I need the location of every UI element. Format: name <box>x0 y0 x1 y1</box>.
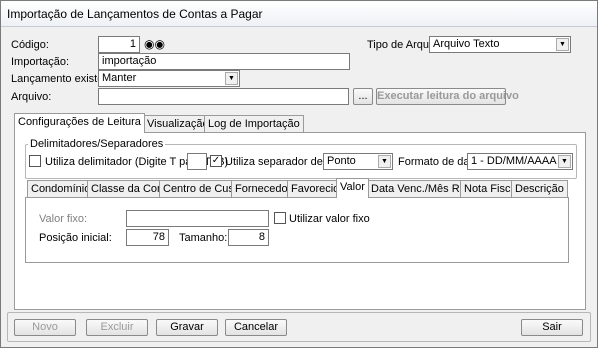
posicao-inicial-label: Posição inicial: <box>39 232 112 244</box>
lancamento-existente-select[interactable]: Manter ▼ <box>98 70 240 87</box>
delimitadores-group-title: Delimitadores/Separadores <box>28 138 166 150</box>
tipo-arquivo-value: Arquivo Texto <box>433 38 500 50</box>
posicao-inicial-field[interactable]: 78 <box>126 229 169 246</box>
tab-log-importacao[interactable]: Log de Importação <box>204 115 304 133</box>
lancamento-existente-value: Manter <box>102 72 137 84</box>
chevron-down-icon: ▼ <box>225 72 238 85</box>
tamanho-label: Tamanho: <box>179 232 228 244</box>
tab-configuracoes-leitura[interactable]: Configurações de Leitura <box>14 113 145 133</box>
valor-fixo-field[interactable] <box>126 210 269 227</box>
tab-log-importacao-label: Log de Importação <box>208 118 300 130</box>
valor-fixo-label: Valor fixo: <box>39 213 88 225</box>
codigo-label: Código: <box>11 39 49 51</box>
utiliza-delimitador-checkbox[interactable] <box>29 155 41 167</box>
utiliza-separador-checkbox[interactable]: ✓ <box>210 155 222 167</box>
formato-data-value: 1 - DD/MM/AAAA <box>471 155 557 167</box>
valor-panel <box>25 197 569 263</box>
excluir-button[interactable]: Excluir <box>86 319 148 336</box>
tab-visualizacao[interactable]: Visualização <box>143 115 213 133</box>
tab-configuracoes-leitura-label: Configurações de Leitura <box>18 116 141 128</box>
utilizar-valor-fixo-checkbox[interactable] <box>274 212 286 224</box>
import-window: Importação de Lançamentos de Contas a Pa… <box>0 0 598 348</box>
tamanho-field[interactable]: 8 <box>228 229 269 246</box>
subtab-descricao[interactable]: Descrição <box>511 180 568 198</box>
importacao-field[interactable]: importação <box>98 53 350 70</box>
codigo-field[interactable]: 1 <box>98 36 140 53</box>
utilizar-valor-fixo-label: Utilizar valor fixo <box>289 213 370 225</box>
importacao-label: Importação: <box>11 56 70 68</box>
subtab-data-venc-label: Data Venc./Mês Ref. <box>371 183 472 195</box>
chevron-down-icon: ▼ <box>378 155 391 168</box>
novo-button[interactable]: Novo <box>14 319 76 336</box>
cancelar-button[interactable]: Cancelar <box>225 319 287 336</box>
subtab-valor-label: Valor <box>340 181 365 193</box>
chevron-down-icon: ▼ <box>558 155 571 168</box>
arquivo-field[interactable] <box>98 88 349 105</box>
window-title: Importação de Lançamentos de Contas a Pa… <box>7 7 263 21</box>
arquivo-label: Arquivo: <box>11 91 52 103</box>
executar-leitura-button[interactable]: Executar leitura do arquivo <box>376 88 519 105</box>
gravar-button[interactable]: Gravar <box>156 319 218 336</box>
separador-select[interactable]: Ponto ▼ <box>323 153 393 170</box>
delimitador-field[interactable] <box>187 153 207 170</box>
subtab-fornecedor-label: Fornecedor <box>235 183 292 195</box>
subtab-valor[interactable]: Valor <box>336 178 369 198</box>
separador-value: Ponto <box>327 155 356 167</box>
formato-data-select[interactable]: 1 - DD/MM/AAAA ▼ <box>467 153 573 170</box>
sair-button[interactable]: Sair <box>521 319 583 336</box>
tipo-arquivo-select[interactable]: Arquivo Texto ▼ <box>429 36 571 53</box>
tab-visualizacao-label: Visualização <box>147 118 209 130</box>
browse-button[interactable]: ... <box>353 88 373 105</box>
title-bar: Importação de Lançamentos de Contas a Pa… <box>1 1 597 27</box>
binoculars-icon[interactable]: ◉◉ <box>144 36 165 52</box>
subtab-descricao-label: Descrição <box>515 183 564 195</box>
chevron-down-icon: ▼ <box>556 38 569 51</box>
subtab-fornecedor[interactable]: Fornecedor <box>231 180 296 198</box>
